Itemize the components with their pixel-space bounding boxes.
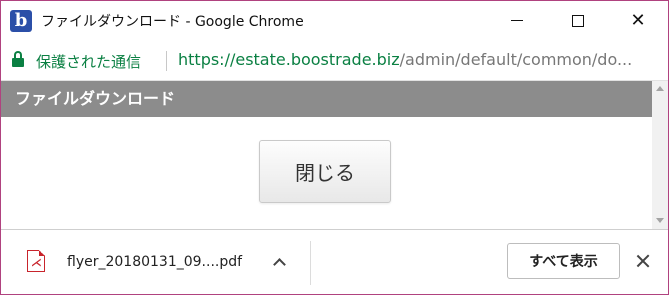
shelf-divider	[310, 241, 311, 285]
close-button[interactable]: 閉じる	[259, 140, 391, 203]
url-text[interactable]: https://estate.boostrade.biz/admin/defau…	[178, 50, 666, 69]
vertical-scrollbar[interactable]	[652, 81, 668, 229]
minimize-icon	[511, 20, 523, 21]
close-icon: ✕	[630, 10, 646, 31]
lock-body	[12, 58, 24, 67]
lock-icon[interactable]	[12, 51, 24, 67]
pdf-file-icon[interactable]: ⋌	[27, 250, 47, 272]
page-content: ファイルダウンロード 閉じる	[1, 81, 668, 229]
show-all-downloads-button[interactable]: すべて表示	[507, 243, 620, 279]
minimize-button[interactable]	[486, 1, 548, 40]
pdf-mark: ⋌	[31, 256, 42, 269]
scroll-down-arrow-icon[interactable]	[656, 218, 664, 223]
url-path: /admin/default/common/do...	[399, 50, 633, 69]
maximize-icon	[572, 14, 584, 27]
chevron-up-icon[interactable]	[267, 250, 291, 274]
download-filename[interactable]: flyer_20180131_09....pdf	[67, 254, 242, 270]
site-favicon-icon: b	[10, 10, 32, 32]
download-shelf: ⋌ flyer_20180131_09....pdf すべて表示	[1, 229, 668, 294]
close-shelf-icon[interactable]	[631, 249, 655, 273]
address-bar[interactable]: 保護された通信 https://estate.boostrade.biz/adm…	[1, 40, 668, 81]
maximize-button[interactable]	[547, 1, 609, 40]
address-separator	[166, 51, 167, 71]
url-host: https://estate.boostrade.biz	[178, 50, 400, 69]
page-title: ファイルダウンロード	[1, 81, 652, 117]
scroll-up-arrow-icon[interactable]	[656, 86, 664, 91]
title-bar[interactable]: b ファイルダウンロード - Google Chrome ✕	[1, 1, 668, 40]
window-title: ファイルダウンロード - Google Chrome	[41, 14, 304, 30]
chrome-popup-window: b ファイルダウンロード - Google Chrome ✕ 保護された通信 h…	[0, 0, 669, 295]
close-window-button[interactable]: ✕	[607, 1, 668, 40]
secure-connection-label[interactable]: 保護された通信	[36, 51, 141, 72]
